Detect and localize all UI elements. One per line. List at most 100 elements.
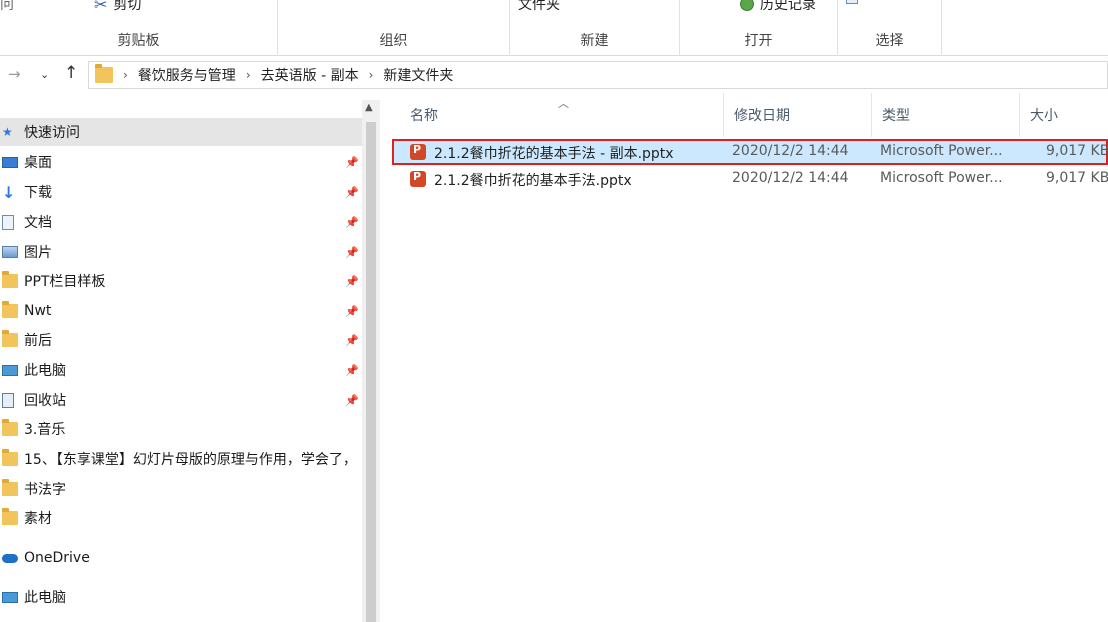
- nav-item-nwt[interactable]: Nwt 📌: [0, 297, 362, 325]
- ribbon-group-new: 文件夹 新建: [510, 0, 680, 56]
- nav-item-onedrive[interactable]: OneDrive: [0, 544, 362, 572]
- breadcrumb-separator-icon[interactable]: ›: [246, 68, 251, 82]
- nav-item-label: 文档: [24, 215, 52, 231]
- ribbon-caption-organize: 组织: [379, 33, 408, 49]
- nav-item-label: 15、【东享课堂】幻灯片母版的原理与作用，学会了，: [24, 452, 357, 468]
- nav-item-recycle-bin[interactable]: 回收站 📌: [0, 386, 362, 414]
- nav-item-ppt-templates[interactable]: PPT栏目样板 📌: [0, 267, 362, 295]
- nav-item-pictures[interactable]: 图片 📌: [0, 238, 362, 266]
- nav-item-this-pc-pinned[interactable]: 此电脑 📌: [0, 356, 362, 384]
- breadcrumb-separator-icon[interactable]: ›: [123, 68, 128, 82]
- nav-item-calligraphy[interactable]: 书法字: [0, 475, 362, 503]
- select-all-icon-extra: [864, 0, 918, 3]
- chevron-down-icon[interactable]: ⌄: [40, 68, 49, 81]
- folder-icon: [2, 479, 18, 496]
- nav-item-desktop[interactable]: 桌面 📌: [0, 148, 362, 176]
- pin-icon[interactable]: 📌: [345, 305, 359, 318]
- nav-item-label: 回收站: [24, 393, 66, 409]
- select-all-button[interactable]: [846, 0, 918, 4]
- breadcrumb-item[interactable]: 餐饮服务与管理: [138, 65, 236, 85]
- pin-icon[interactable]: 📌: [345, 364, 359, 377]
- navigation-pane: ★ 快速访问 桌面 📌 ↓ 下载 📌 文档 📌 图片 📌 PPT栏目样板 📌 N…: [0, 100, 362, 622]
- cut-button[interactable]: ✂ 剪切: [94, 0, 141, 14]
- nav-item-label: 素材: [24, 511, 52, 527]
- ribbon: 问 ✂ 剪切 剪贴板 组织 文件夹 新建 历史记录 打开 选择: [0, 0, 1108, 56]
- cut-label: 剪切: [113, 0, 142, 13]
- pin-icon[interactable]: 📌: [345, 186, 359, 199]
- nav-item-quick-access[interactable]: ★ 快速访问: [0, 118, 362, 146]
- scissors-icon: ✂: [94, 0, 108, 14]
- ribbon-group-select: 选择: [838, 0, 942, 56]
- folder-icon: [95, 64, 113, 83]
- ribbon-group-open: 历史记录 打开: [680, 0, 838, 56]
- history-label: 历史记录: [760, 0, 816, 13]
- nav-item-this-pc[interactable]: 此电脑: [0, 583, 362, 611]
- column-header-label: 大小: [1030, 108, 1058, 124]
- table-row[interactable]: 2.1.2餐巾折花的基本手法 - 副本.pptx 2020/12/2 14:44…: [392, 139, 1108, 165]
- nav-item-label: 3.音乐: [24, 422, 66, 438]
- cloud-icon: [2, 553, 18, 563]
- pin-icon[interactable]: 📌: [345, 334, 359, 347]
- select-all-icon: [846, 0, 858, 4]
- nav-pane-scrollbar[interactable]: ▲: [362, 100, 380, 622]
- document-icon: [2, 214, 14, 230]
- breadcrumb-item[interactable]: 去英语版 - 副本: [261, 65, 359, 85]
- folder-icon: [2, 301, 18, 318]
- file-name: 2.1.2餐巾折花的基本手法.pptx: [434, 173, 632, 189]
- pin-icon[interactable]: 📌: [345, 246, 359, 259]
- column-header-modified[interactable]: 修改日期: [724, 93, 872, 137]
- breadcrumb-separator-icon[interactable]: ›: [369, 68, 374, 82]
- star-icon: ★: [2, 125, 13, 139]
- download-icon: ↓: [2, 182, 16, 202]
- nav-item-master-slides[interactable]: 15、【东享课堂】幻灯片母版的原理与作用，学会了，: [0, 445, 362, 473]
- file-size: 9,017 KB: [1046, 170, 1108, 186]
- folder-icon: [2, 419, 18, 436]
- nav-item-label: 前后: [24, 333, 52, 349]
- file-list: ︿ 名称 修改日期 类型 大小 2.1.2餐巾折花的基本手法 - 副本.pptx…: [382, 93, 1108, 622]
- column-header-size[interactable]: 大小: [1020, 93, 1108, 137]
- nav-item-documents[interactable]: 文档 📌: [0, 208, 362, 236]
- file-type: Microsoft Power...: [880, 170, 1003, 186]
- nav-item-music[interactable]: 3.音乐: [0, 415, 362, 443]
- scrollbar-thumb[interactable]: [366, 122, 376, 622]
- nav-item-materials[interactable]: 素材: [0, 504, 362, 532]
- nav-item-front-back[interactable]: 前后 📌: [0, 326, 362, 354]
- nav-item-label: 下载: [24, 185, 52, 201]
- breadcrumb-item[interactable]: 新建文件夹: [383, 65, 453, 85]
- ribbon-group-clipboard: ✂ 剪切 剪贴板: [0, 0, 278, 56]
- ribbon-caption-select: 选择: [875, 33, 904, 49]
- pin-icon[interactable]: 📌: [345, 394, 359, 407]
- column-header-name[interactable]: 名称: [400, 93, 724, 137]
- column-header-label: 类型: [882, 108, 910, 124]
- history-icon: [740, 0, 754, 11]
- column-header-type[interactable]: 类型: [872, 93, 1020, 137]
- up-arrow-icon[interactable]: ↑: [64, 63, 78, 83]
- history-button[interactable]: 历史记录: [740, 0, 816, 14]
- table-row[interactable]: 2.1.2餐巾折花的基本手法.pptx 2020/12/2 14:44 Micr…: [392, 166, 1108, 192]
- folder-icon: [2, 508, 18, 525]
- nav-item-label: 此电脑: [24, 363, 66, 379]
- new-folder-button[interactable]: 文件夹: [518, 0, 560, 14]
- nav-item-label: 书法字: [24, 482, 66, 498]
- nav-item-downloads[interactable]: ↓ 下载 📌: [0, 178, 362, 206]
- folder-icon: [2, 330, 18, 347]
- pin-icon[interactable]: 📌: [345, 275, 359, 288]
- pptx-file-icon: [410, 171, 426, 191]
- file-type: Microsoft Power...: [880, 143, 1003, 159]
- file-modified: 2020/12/2 14:44: [732, 170, 849, 186]
- pin-icon[interactable]: 📌: [345, 156, 359, 169]
- ribbon-caption-open: 打开: [744, 33, 773, 49]
- picture-icon: [2, 246, 18, 258]
- ribbon-caption-clipboard: 剪贴板: [117, 33, 160, 49]
- forward-arrow-icon[interactable]: →: [8, 65, 21, 83]
- nav-item-label: 图片: [24, 245, 52, 261]
- address-bar[interactable]: › 餐饮服务与管理 › 去英语版 - 副本 › 新建文件夹: [88, 61, 1108, 89]
- scroll-up-icon[interactable]: ▲: [365, 102, 373, 113]
- pin-icon[interactable]: 📌: [345, 216, 359, 229]
- file-size: 9,017 KB: [1046, 143, 1108, 159]
- file-modified: 2020/12/2 14:44: [732, 143, 849, 159]
- nav-item-label: Nwt: [24, 303, 52, 319]
- computer-icon: [2, 364, 18, 376]
- column-header-label: 修改日期: [734, 108, 790, 124]
- nav-item-label: 快速访问: [24, 125, 80, 141]
